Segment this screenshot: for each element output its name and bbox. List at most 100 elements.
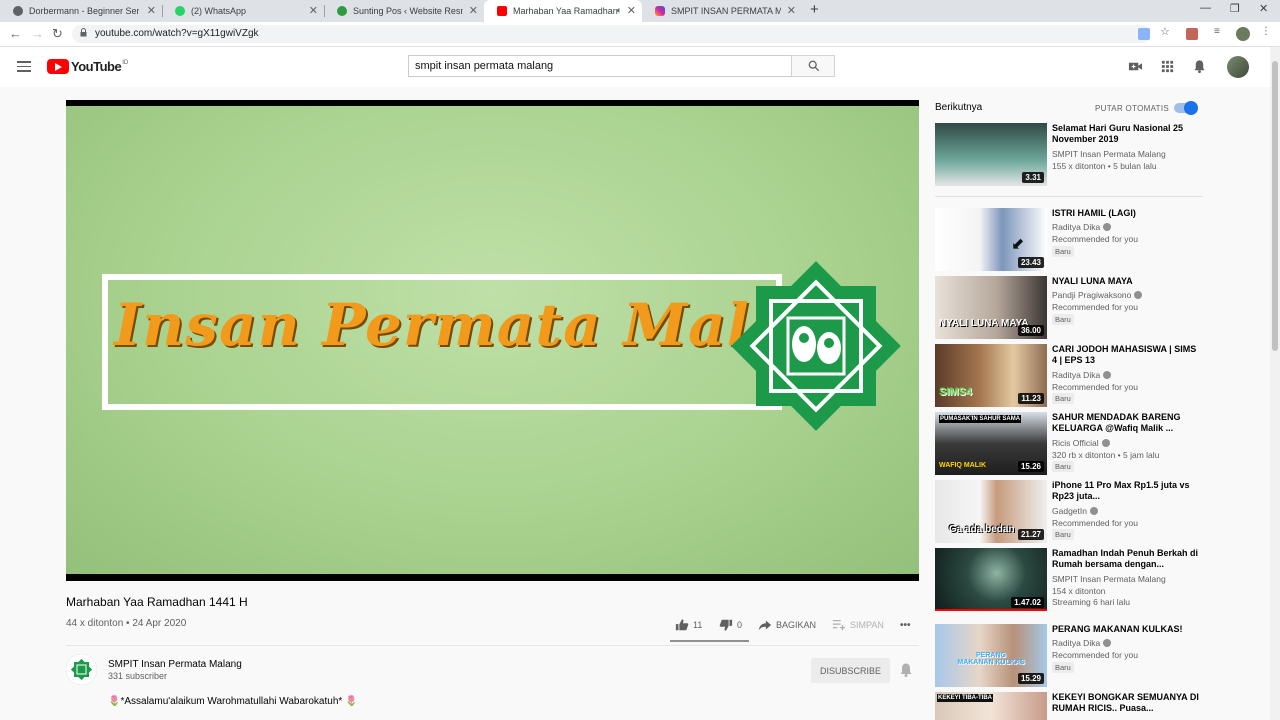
verified-icon bbox=[1103, 371, 1112, 379]
recommendation-item[interactable]: SIMS4 11.23 CARI JODOH MAHASISWA | SIMS … bbox=[935, 344, 1205, 407]
omnibox[interactable]: youtube.com/watch?v=gX11gwiVZgk bbox=[72, 25, 1150, 43]
divider bbox=[66, 645, 919, 646]
video-thumbnail[interactable]: KEKEYI TIBA-TIBA bbox=[935, 692, 1047, 720]
school-emblem-icon bbox=[66, 654, 97, 685]
close-icon[interactable]: ✕ bbox=[469, 4, 478, 17]
video-thumbnail[interactable]: PUMASAK'IN SAHUR SAMA WAFIQ MALIK 15.26 bbox=[935, 412, 1047, 475]
search-icon bbox=[808, 60, 820, 72]
recommendation-item[interactable]: PUMASAK'IN SAHUR SAMA WAFIQ MALIK 15.26 … bbox=[935, 412, 1205, 475]
channel-subscribers: 331 subscriber bbox=[108, 671, 168, 681]
notification-bell-icon[interactable] bbox=[898, 662, 914, 678]
verified-icon bbox=[1134, 291, 1143, 299]
recommendation-item[interactable]: 1.47.02 Ramadhan Indah Penuh Berkah di R… bbox=[935, 548, 1205, 611]
tab-dorbermann[interactable]: Dorbermann - Beginner Series - ✕ bbox=[0, 0, 162, 22]
thumbs-up-icon bbox=[675, 619, 689, 631]
hamburger-menu-icon[interactable] bbox=[17, 61, 31, 72]
autoplay-label: PUTAR OTOMATIS bbox=[1095, 104, 1169, 113]
media-control-icon[interactable]: ≡ bbox=[1214, 26, 1226, 38]
more-actions-button[interactable]: ••• bbox=[900, 616, 911, 634]
restore-button[interactable]: ❐ bbox=[1230, 2, 1240, 15]
video-frame[interactable]: Insan Permata Malang bbox=[66, 106, 919, 574]
close-icon[interactable]: ✕ bbox=[787, 4, 796, 17]
instagram-icon bbox=[655, 6, 665, 16]
recommendation-item[interactable]: ⬋ 23.43 ISTRI HAMIL (LAGI) Raditya Dika … bbox=[935, 208, 1205, 271]
close-icon[interactable]: ✕ bbox=[147, 4, 156, 17]
verified-icon bbox=[1089, 507, 1098, 515]
dislike-button[interactable]: 0 bbox=[719, 616, 742, 634]
notification-bell-icon[interactable] bbox=[1192, 59, 1207, 74]
youtube-header: YouTube ID smpit insan permata malang bbox=[0, 47, 1270, 87]
share-button[interactable]: BAGIKAN bbox=[758, 616, 816, 634]
close-icon[interactable]: ✕ bbox=[627, 4, 636, 17]
verified-icon bbox=[1103, 223, 1112, 231]
forward-button[interactable]: → bbox=[31, 26, 44, 41]
tab-whatsapp[interactable]: (2) WhatsApp ✕ bbox=[162, 0, 324, 22]
tab-youtube-active[interactable]: Marhaban Yaa Ramadhan 14 🔈︎ ✕ bbox=[484, 0, 642, 22]
video-thumbnail[interactable]: NYALI LUNA MAYA 36.00 bbox=[935, 276, 1047, 339]
tab-sunting-pos[interactable]: Sunting Pos ‹ Website Resmi Yay ✕ bbox=[324, 0, 484, 22]
whatsapp-icon bbox=[175, 6, 185, 16]
back-button[interactable]: ← bbox=[9, 26, 22, 41]
video-description: 🌷*Assalamu'alaikum Warohmatullahi Wabaro… bbox=[108, 696, 358, 707]
recommendation-item[interactable]: NYALI LUNA MAYA 36.00 NYALI LUNA MAYA Pa… bbox=[935, 276, 1205, 339]
tab-instagram[interactable]: SMPIT INSAN PERMATA MALANG ✕ bbox=[642, 0, 802, 22]
minimize-button[interactable]: — bbox=[1200, 2, 1211, 14]
recommendation-item[interactable]: Ga ada bedan 21.27 iPhone 11 Pro Max Rp1… bbox=[935, 480, 1205, 543]
window-close-button[interactable]: ✕ bbox=[1259, 2, 1268, 15]
video-thumbnail[interactable]: PERANG MAKANAN KULKAS 15.29 bbox=[935, 624, 1047, 687]
autoplay-toggle[interactable] bbox=[1174, 101, 1198, 115]
verified-icon bbox=[1103, 639, 1112, 647]
address-bar-row: ← → ↻ youtube.com/watch?v=gX11gwiVZgk ☆ … bbox=[0, 22, 1280, 47]
youtube-play-icon bbox=[47, 59, 69, 74]
video-meta: 44 x ditonton • 24 Apr 2020 bbox=[66, 618, 187, 629]
close-icon[interactable]: ✕ bbox=[309, 4, 318, 17]
wordpress-icon bbox=[337, 6, 347, 16]
unsubscribe-button[interactable]: DISUBSCRIBE bbox=[811, 658, 890, 683]
video-thumbnail[interactable]: 1.47.02 bbox=[935, 548, 1047, 611]
thumbs-down-icon bbox=[719, 619, 733, 631]
recommendation-item[interactable]: KEKEYI TIBA-TIBA KEKEYI BONGKAR SEMUANYA… bbox=[935, 692, 1205, 720]
video-title: Marhaban Yaa Ramadhan 1441 H bbox=[66, 595, 248, 609]
like-button[interactable]: 11 bbox=[675, 616, 702, 634]
recommendation-item[interactable]: PERANG MAKANAN KULKAS 15.29 PERANG MAKAN… bbox=[935, 624, 1205, 687]
search-input[interactable]: smpit insan permata malang bbox=[408, 55, 792, 77]
menu-dots-icon[interactable]: ⋮ bbox=[1261, 26, 1273, 38]
verified-icon bbox=[1101, 439, 1110, 447]
channel-name[interactable]: SMPIT Insan Permata Malang bbox=[108, 659, 242, 670]
profile-icon[interactable] bbox=[1236, 27, 1250, 41]
speaker-icon[interactable]: 🔈︎ bbox=[617, 5, 622, 16]
share-icon bbox=[758, 620, 772, 631]
apps-grid-icon[interactable] bbox=[1160, 59, 1175, 74]
account-avatar[interactable] bbox=[1227, 56, 1249, 78]
translate-icon[interactable] bbox=[1138, 28, 1150, 40]
playlist-add-icon bbox=[832, 619, 846, 631]
github-icon bbox=[13, 6, 23, 16]
channel-avatar[interactable] bbox=[66, 654, 97, 685]
arrow-icon: ⬋ bbox=[1011, 236, 1025, 253]
star-icon[interactable]: ☆ bbox=[1160, 25, 1172, 38]
more-dots-icon: ••• bbox=[900, 619, 911, 631]
browser-tabbar: Dorbermann - Beginner Series - ✕ (2) Wha… bbox=[0, 0, 1280, 22]
school-emblem-icon bbox=[731, 261, 901, 431]
lock-icon bbox=[80, 28, 87, 37]
search-button[interactable] bbox=[791, 55, 835, 77]
extension-icon[interactable] bbox=[1186, 28, 1198, 40]
video-player[interactable]: Insan Permata Malang bbox=[66, 100, 919, 581]
video-thumbnail[interactable]: 3.31 bbox=[935, 123, 1047, 186]
like-sentiment-bar bbox=[670, 640, 749, 642]
save-button[interactable]: SIMPAN bbox=[832, 616, 884, 634]
video-thumbnail[interactable]: SIMS4 11.23 bbox=[935, 344, 1047, 407]
create-video-icon[interactable] bbox=[1128, 59, 1143, 74]
like-count: 11 bbox=[693, 620, 703, 630]
video-thumbnail[interactable]: Ga ada bedan 21.27 bbox=[935, 480, 1047, 543]
dislike-count: 0 bbox=[737, 620, 743, 630]
up-next-label: Berikutnya bbox=[935, 102, 983, 113]
youtube-icon bbox=[497, 6, 507, 16]
video-thumbnail[interactable]: ⬋ 23.43 bbox=[935, 208, 1047, 271]
reload-button[interactable]: ↻ bbox=[52, 26, 63, 42]
divider bbox=[935, 196, 1203, 197]
page-scrollbar[interactable] bbox=[1270, 47, 1280, 720]
recommendation-item[interactable]: 3.31 Selamat Hari Guru Nasional 25 Novem… bbox=[935, 123, 1205, 186]
new-tab-button[interactable]: + bbox=[810, 1, 819, 18]
youtube-logo[interactable]: YouTube ID bbox=[47, 59, 128, 74]
